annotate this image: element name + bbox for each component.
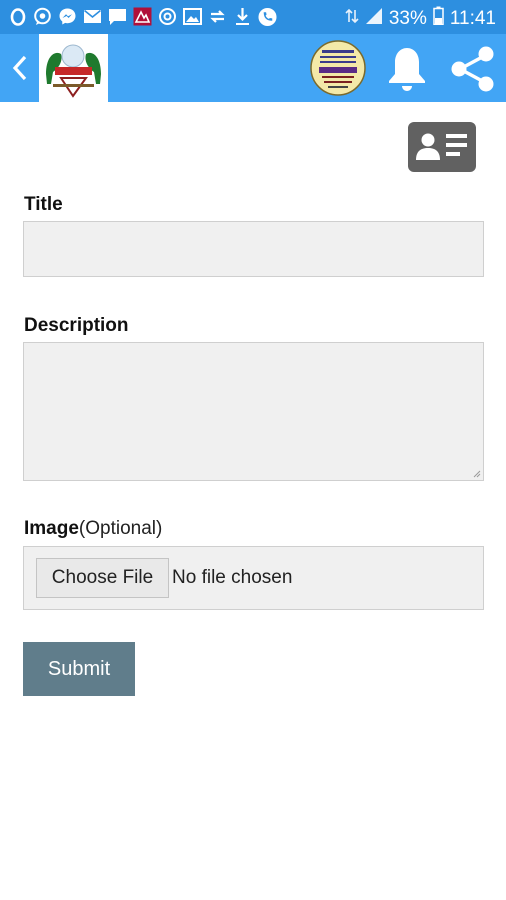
data-arrows-icon	[345, 8, 359, 30]
back-button[interactable]	[6, 49, 34, 87]
title-label: Title	[24, 194, 63, 215]
description-label: Description	[24, 315, 129, 336]
status-bar: 33% 11:41	[0, 0, 506, 34]
image-label: Image(Optional)	[24, 518, 162, 540]
notification-icons	[8, 7, 277, 26]
download-icon	[233, 7, 252, 26]
back-arrow-icon	[12, 55, 27, 81]
messenger-icon	[58, 7, 77, 26]
app-bar	[0, 34, 506, 102]
bell-icon	[389, 48, 425, 91]
share-icon	[451, 46, 494, 92]
image-label-text: Image	[24, 518, 79, 539]
partner-logo[interactable]	[310, 40, 366, 96]
title-input[interactable]	[23, 221, 484, 277]
phone-icon	[258, 7, 277, 26]
battery-icon	[433, 6, 444, 31]
contact-card-icon	[416, 133, 467, 160]
notifications-button[interactable]	[385, 44, 429, 92]
clock: 11:41	[449, 7, 496, 29]
at-icon	[158, 7, 177, 26]
gallery-icon	[183, 7, 202, 26]
battery-percent: 33%	[388, 7, 427, 29]
app-logo[interactable]	[39, 34, 108, 102]
image-optional-text: (Optional)	[78, 518, 163, 539]
choose-file-button[interactable]: Choose File	[36, 558, 169, 598]
contact-card-button[interactable]	[408, 122, 476, 172]
app-icon	[133, 7, 152, 26]
system-status: 33% 11:41	[345, 6, 496, 31]
submit-button[interactable]: Submit	[23, 642, 135, 696]
share-button[interactable]	[448, 44, 498, 94]
sync-icon	[208, 7, 227, 26]
file-status: No file chosen	[172, 567, 293, 588]
whatsapp-icon	[33, 7, 52, 26]
signal-icon	[365, 7, 383, 31]
chat-icon	[108, 7, 127, 26]
mail-icon	[83, 7, 102, 26]
image-file-input[interactable]: Choose File No file chosen	[23, 546, 484, 610]
opera-icon	[8, 7, 27, 26]
resize-grip-icon[interactable]	[473, 470, 481, 478]
description-textarea[interactable]	[23, 342, 484, 481]
